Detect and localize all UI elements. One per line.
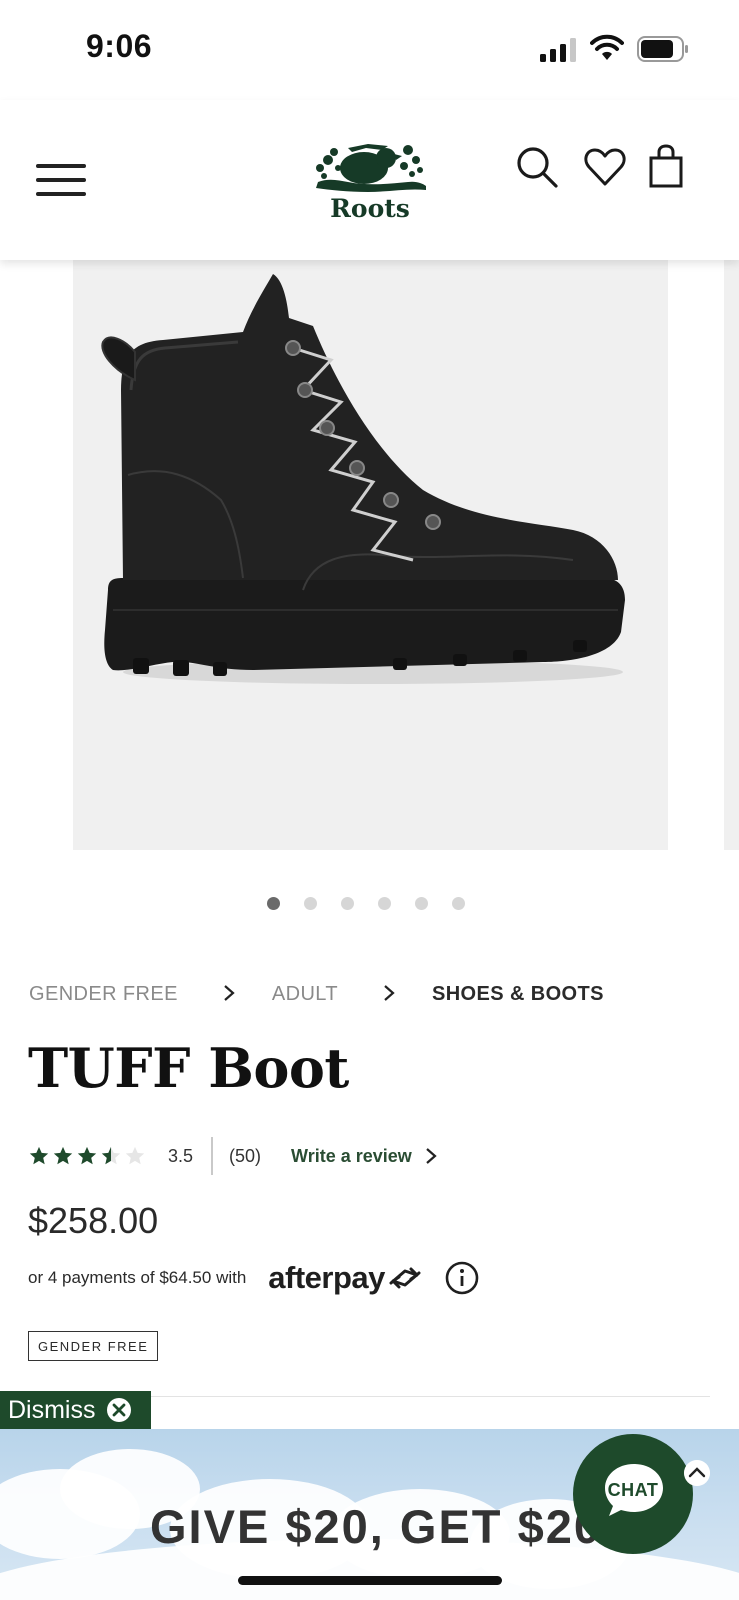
breadcrumb-gender-free[interactable]: GENDER FREE [29,983,178,1006]
star-rating[interactable] [28,1145,146,1167]
menu-line [36,178,86,182]
chevron-right-icon [426,1148,437,1164]
star-full-icon [53,1146,73,1165]
star-empty-icon [125,1146,145,1165]
dismiss-label: Dismiss [8,1395,96,1424]
breadcrumb: GENDER FREE ADULT SHOES & BOOTS [29,983,604,1006]
rating-value: 3.5 [168,1145,194,1166]
next-image-peek[interactable] [724,260,739,850]
hamburger-menu-button[interactable] [36,164,86,202]
carousel-dot[interactable] [378,897,391,910]
shopping-bag-icon[interactable] [644,144,690,190]
product-image-carousel[interactable] [0,260,739,850]
chevron-right-icon [224,984,235,1001]
carousel-dot[interactable] [452,897,465,910]
roots-logo[interactable]: Roots [308,138,432,228]
promo-headline: GIVE $20, GET $20 [150,1500,602,1553]
status-bar: 9:06 [0,0,739,100]
carousel-dot[interactable] [341,897,354,910]
gender-free-badge: GENDER FREE [28,1331,159,1361]
wifi-icon [590,34,624,60]
star-full-icon [77,1146,97,1165]
boot-image [101,274,626,684]
breadcrumb-adult[interactable]: ADULT [272,983,338,1006]
product-title: TUFF Boot [28,1036,349,1100]
menu-line [36,192,86,196]
rating-row: 3.5 (50) Write a review [28,1136,438,1176]
carousel-dot[interactable] [415,897,428,910]
product-price: $258.00 [28,1200,159,1241]
cellular-signal-icon [540,38,576,62]
beaver-logo-icon [316,144,426,192]
battery-icon [637,36,688,62]
status-time: 9:06 [86,28,153,64]
menu-line [36,164,86,168]
star-half-icon [101,1146,121,1165]
carousel-dot[interactable] [304,897,317,910]
afterpay-row: or 4 payments of $64.50 with afterpay [28,1258,479,1298]
search-icon[interactable] [514,144,560,190]
info-icon[interactable] [445,1261,479,1295]
write-review-label: Write a review [291,1145,412,1166]
logo-wordmark: Roots [330,194,410,223]
home-indicator [238,1576,502,1585]
chat-label: CHAT [607,1480,659,1500]
installments-text: or 4 payments of $64.50 with [28,1268,247,1287]
afterpay-wordmark: afterpay [268,1260,385,1295]
star-full-icon [29,1146,49,1165]
product-image[interactable] [73,260,668,850]
wishlist-heart-icon[interactable] [582,144,628,190]
close-icon [106,1398,131,1422]
carousel-pagination [267,897,465,910]
write-review-link[interactable]: Write a review [291,1146,438,1167]
dismiss-button[interactable]: Dismiss [0,1391,151,1429]
breadcrumb-shoes-boots[interactable]: SHOES & BOOTS [432,983,604,1006]
review-count[interactable]: (50) [229,1146,261,1167]
afterpay-logo: afterpay [268,1260,423,1296]
chevron-right-icon [384,984,395,1001]
chat-button[interactable]: CHAT [573,1434,693,1554]
site-header: Roots [0,100,739,260]
afterpay-arrows-icon [389,1267,421,1289]
carousel-dot[interactable] [267,897,280,910]
chevron-up-icon[interactable] [684,1460,710,1486]
rating-divider [211,1137,214,1175]
